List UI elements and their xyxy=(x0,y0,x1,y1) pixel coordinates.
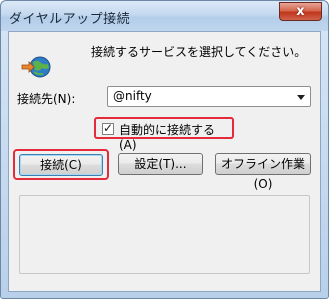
title-bar[interactable]: ダイヤルアップ接続 x xyxy=(1,1,328,31)
check-icon: ✓ xyxy=(103,121,114,135)
dialup-window: ダイヤルアップ接続 x 接続するサービスを選択してください。 接続先(N): @… xyxy=(0,0,329,299)
connection-label: 接続先(N): xyxy=(17,92,76,106)
connection-select[interactable]: @nifty xyxy=(107,86,311,107)
settings-button[interactable]: 設定(T)... xyxy=(118,153,203,175)
window-title: ダイヤルアップ接続 xyxy=(9,12,131,27)
auto-connect-highlight: ✓ 自動的に接続する(A) xyxy=(94,117,234,152)
dialog-body: 接続するサービスを選択してください。 接続先(N): @nifty ✓ 自動的に… xyxy=(8,31,321,292)
work-offline-button[interactable]: オフライン作業(O) xyxy=(215,153,311,191)
close-icon: x xyxy=(296,4,305,19)
auto-connect-label[interactable]: 自動的に接続する(A) xyxy=(119,121,232,152)
status-panel xyxy=(19,195,310,274)
connect-button[interactable]: 接続(C) xyxy=(19,154,103,176)
connection-select-value: @nifty xyxy=(113,89,152,103)
instruction-text: 接続するサービスを選択してください。 xyxy=(91,45,307,59)
auto-connect-checkbox[interactable]: ✓ xyxy=(102,121,114,135)
close-button[interactable]: x xyxy=(279,2,322,21)
connect-button-highlight: 接続(C) xyxy=(13,149,109,180)
dialup-connection-icon xyxy=(21,56,51,78)
chevron-down-icon xyxy=(297,95,305,100)
